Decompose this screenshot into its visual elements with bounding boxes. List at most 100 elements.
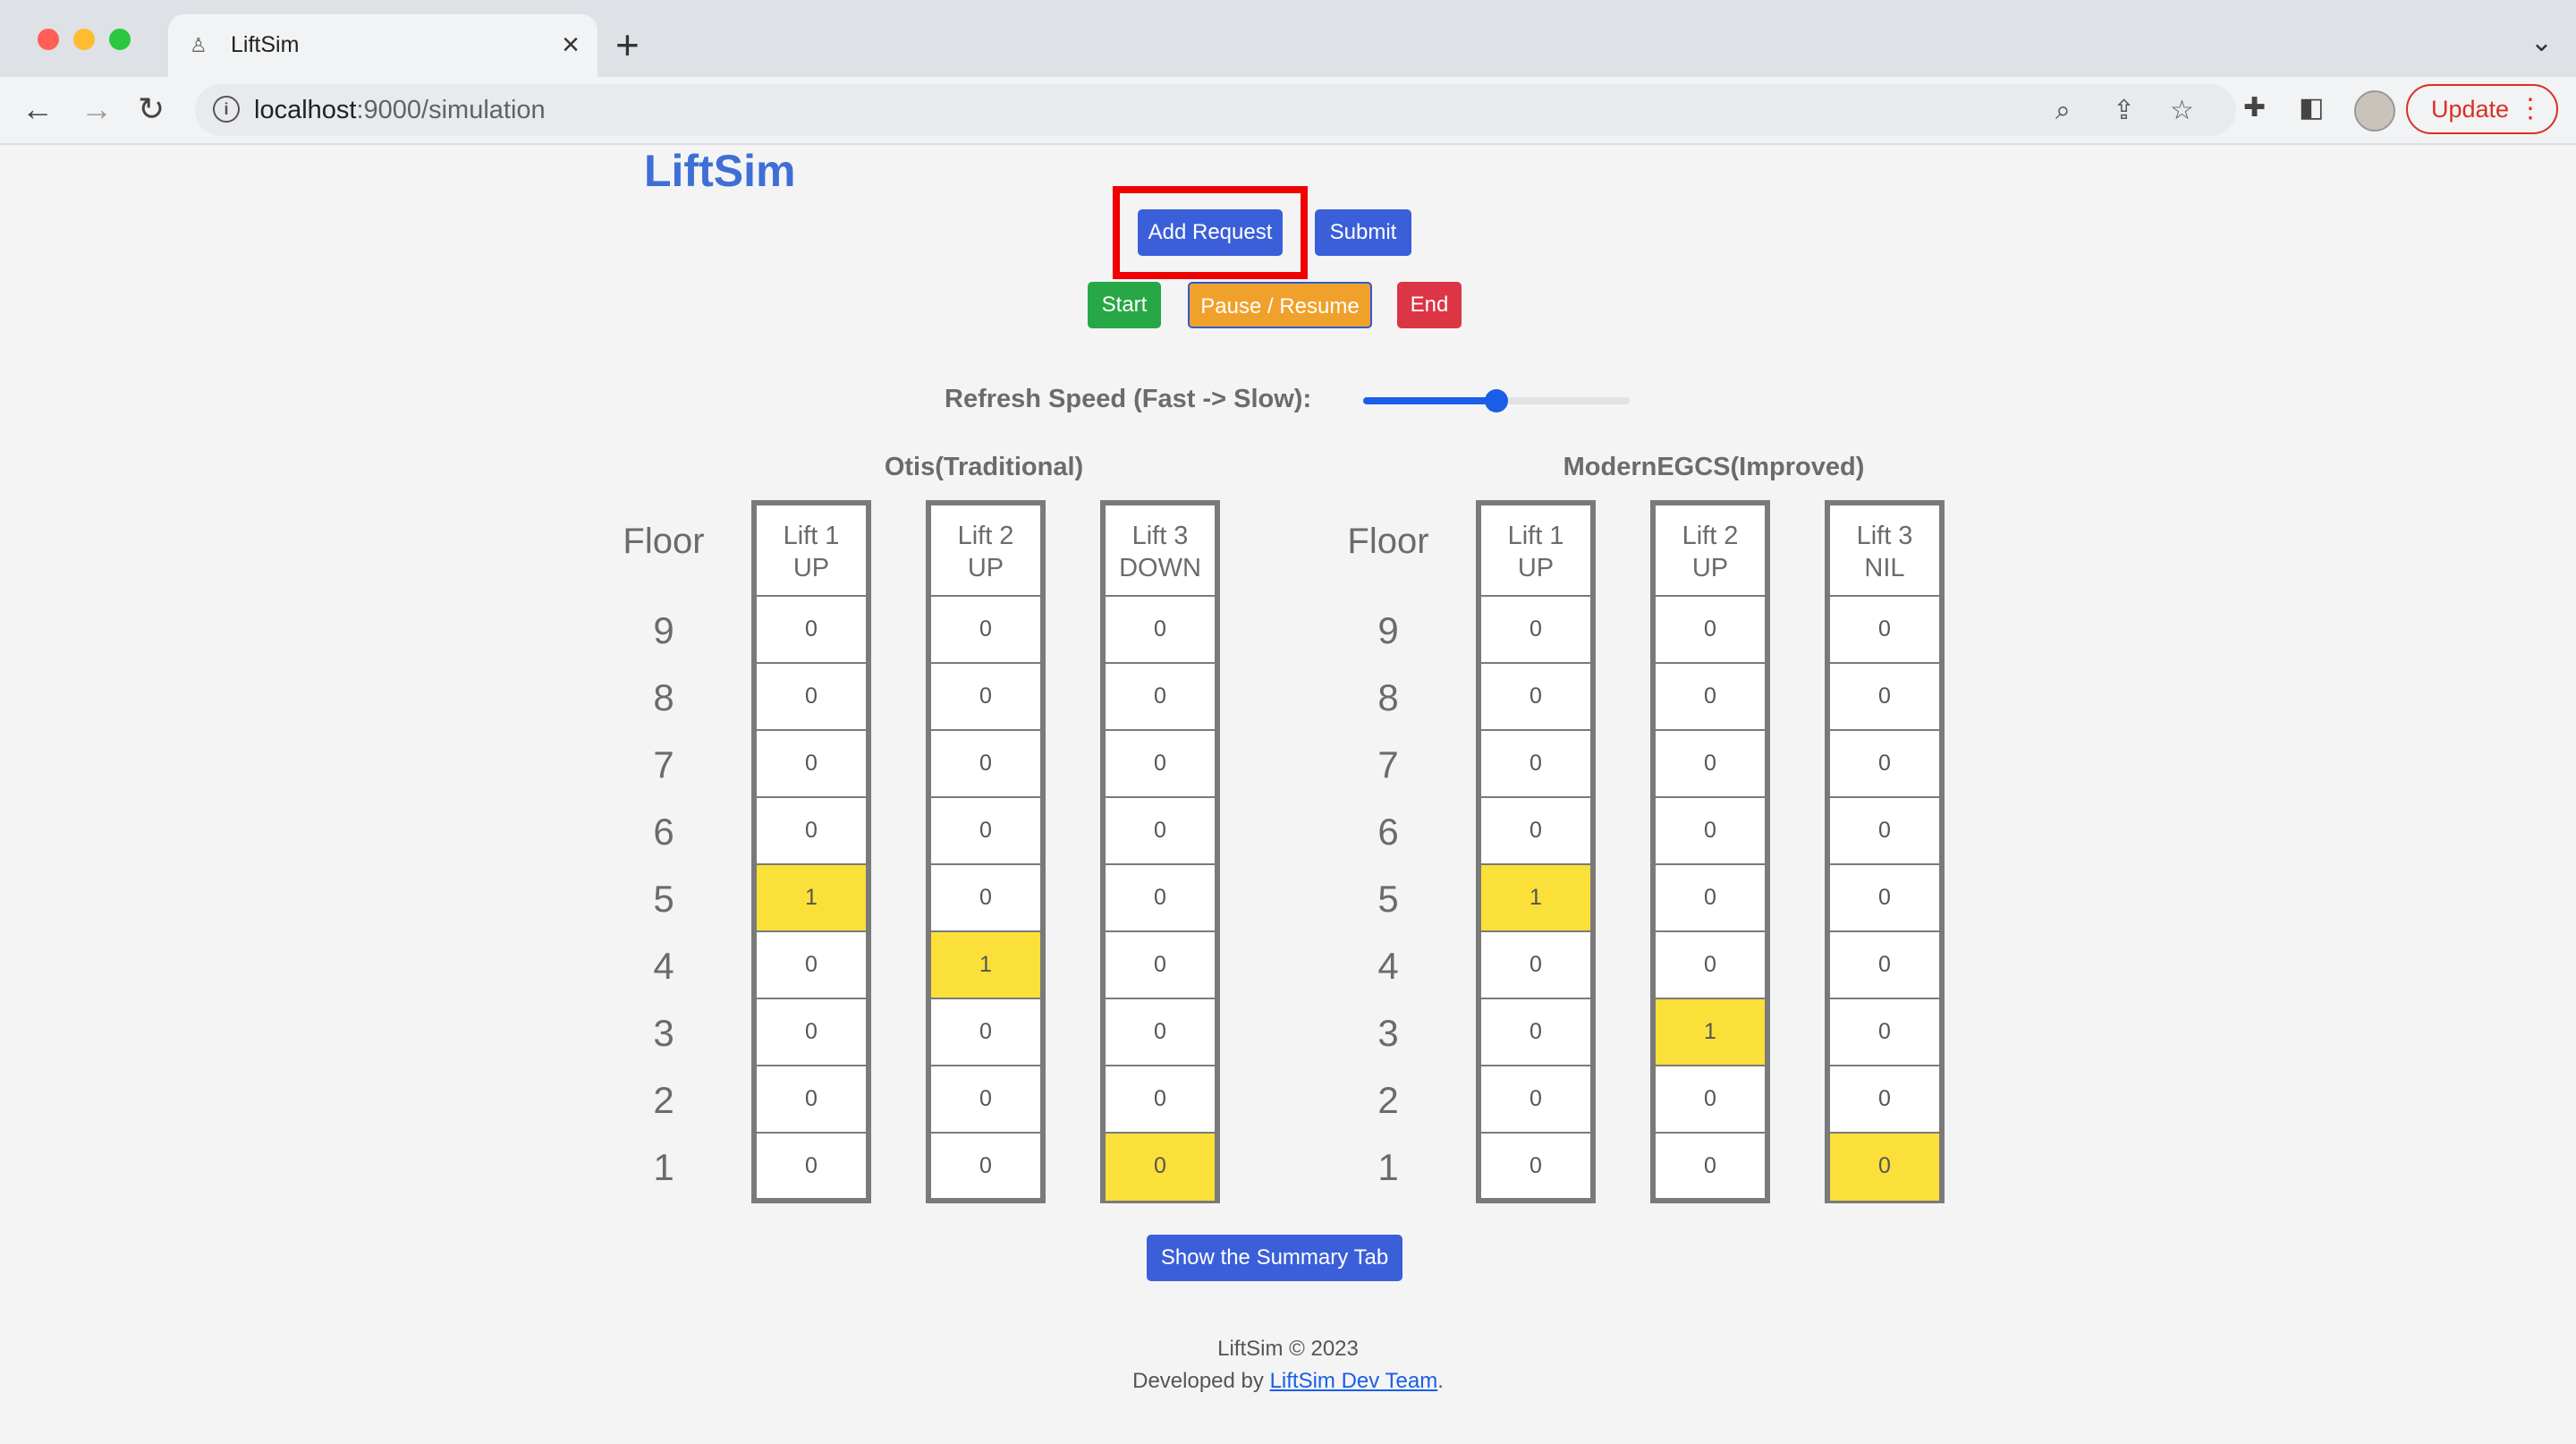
- page-content: LiftSim Add Request Submit Start Pause /…: [0, 143, 2576, 1444]
- floor-number: 9: [653, 609, 674, 651]
- otis-group-title: Otis(Traditional): [884, 453, 1084, 481]
- reload-icon[interactable]: ↻: [138, 91, 165, 127]
- floor-cell: 0: [931, 798, 1040, 865]
- floor-cell: 0: [1481, 597, 1590, 664]
- favicon-icon: ♙: [190, 34, 208, 56]
- lift-direction: UP: [1691, 554, 1729, 582]
- floor-number: 5: [653, 878, 674, 920]
- footer-credits: Developed by LiftSim Dev Team.: [1132, 1369, 1444, 1393]
- floor-cell: 0: [1704, 1153, 1716, 1178]
- floor-number: 3: [1377, 1012, 1399, 1054]
- extensions-icon[interactable]: ✚: [2243, 93, 2266, 123]
- lift-header: Lift 3 DOWN: [1106, 505, 1215, 597]
- floor-cell: 0: [1830, 664, 1939, 731]
- more-icon[interactable]: ⋮: [2517, 86, 2544, 132]
- floor-number: 8: [653, 676, 674, 718]
- url-text[interactable]: localhost:9000/simulation: [254, 96, 546, 125]
- back-icon[interactable]: ←: [21, 91, 54, 127]
- floor-cell: 0: [757, 1066, 866, 1134]
- pause-resume-button[interactable]: Pause / Resume: [1188, 282, 1372, 328]
- update-button[interactable]: Update ⋮: [2406, 84, 2558, 134]
- floor-cell: 0: [1656, 798, 1765, 865]
- floor-number: 1: [1377, 1146, 1399, 1188]
- add-request-button[interactable]: Add Request: [1138, 209, 1283, 256]
- floor-cell: 0: [1481, 664, 1590, 731]
- lift-shaft-1: Lift 1 UP 0 0 0 0 1 0 0 0 0: [1476, 500, 1596, 1203]
- lift-header: Lift 1 UP: [757, 505, 866, 597]
- floor-cell: 0: [1106, 597, 1215, 664]
- floor-cell: 0: [931, 999, 1040, 1066]
- lift-name: Lift 2: [1682, 522, 1739, 550]
- slider-fill: [1363, 397, 1496, 404]
- floor-cell: 0: [1106, 731, 1215, 798]
- floor-cell: 0: [1830, 597, 1939, 664]
- minimize-window-button[interactable]: [73, 29, 95, 50]
- zoom-icon[interactable]: ⌕: [2055, 97, 2071, 125]
- floor-number: 7: [1377, 743, 1399, 786]
- floor-number: 2: [1377, 1079, 1399, 1121]
- floor-header: Floor: [623, 522, 705, 561]
- brand-title[interactable]: LiftSim: [644, 143, 795, 199]
- lift-car-cell: 1: [1481, 865, 1590, 932]
- floor-number: 3: [653, 1012, 674, 1054]
- tab-title: LiftSim: [231, 32, 300, 57]
- floor-cell: 0: [1830, 932, 1939, 999]
- bookmark-star-icon[interactable]: ☆: [2170, 97, 2194, 125]
- maximize-window-button[interactable]: [109, 29, 131, 50]
- floor-number: 6: [1377, 811, 1399, 853]
- dev-team-link[interactable]: LiftSim Dev Team: [1270, 1369, 1438, 1393]
- submit-button[interactable]: Submit: [1315, 209, 1411, 256]
- lift-car-cell: 1: [1656, 999, 1765, 1066]
- floor-cell: 0: [1106, 1066, 1215, 1134]
- lift-name: Lift 2: [957, 522, 1014, 550]
- lift-header: Lift 1 UP: [1481, 505, 1590, 597]
- floor-cell: 0: [1106, 865, 1215, 932]
- lift-name: Lift 1: [1507, 522, 1564, 550]
- floor-number: 1: [653, 1146, 674, 1188]
- share-icon[interactable]: ⇪: [2113, 97, 2135, 125]
- floor-number: 4: [653, 945, 674, 987]
- floor-cell: 0: [931, 731, 1040, 798]
- floor-number: 8: [1377, 676, 1399, 718]
- end-button[interactable]: End: [1397, 282, 1462, 328]
- info-icon[interactable]: i: [213, 96, 240, 123]
- floor-cell: 0: [757, 731, 866, 798]
- browser-toolbar: ← → ↻ i localhost:9000/simulation ⌕ ⇪ ☆ …: [0, 77, 2576, 145]
- chevron-down-icon[interactable]: ⌄: [2530, 27, 2553, 58]
- lift-direction: NIL: [1864, 554, 1905, 582]
- lift-shaft-3: Lift 3 NIL 0 0 0 0 0 0 0 0 0: [1825, 500, 1945, 1203]
- refresh-speed-slider[interactable]: [1363, 389, 1630, 412]
- floor-cell: 0: [931, 597, 1040, 664]
- floor-number: 9: [1377, 609, 1399, 651]
- show-summary-button[interactable]: Show the Summary Tab: [1147, 1235, 1402, 1281]
- floor-number: 7: [653, 743, 674, 786]
- address-bar[interactable]: i localhost:9000/simulation ⌕ ⇪ ☆: [195, 84, 2236, 136]
- floor-cell: 0: [1830, 798, 1939, 865]
- lift-direction: UP: [1517, 554, 1555, 582]
- start-button[interactable]: Start: [1088, 282, 1161, 328]
- forward-icon[interactable]: →: [80, 91, 113, 127]
- refresh-speed-label: Refresh Speed (Fast -> Slow):: [945, 385, 1312, 413]
- lift-header: Lift 3 NIL: [1830, 505, 1939, 597]
- floor-cell: 0: [931, 1066, 1040, 1134]
- floor-cell: 0: [1106, 932, 1215, 999]
- lift-car-cell: 0: [1830, 1134, 1939, 1201]
- floor-cell: 0: [1481, 731, 1590, 798]
- footer-copyright: LiftSim © 2023: [1217, 1337, 1359, 1361]
- new-tab-icon[interactable]: +: [615, 21, 640, 68]
- profile-avatar[interactable]: [2354, 90, 2395, 132]
- slider-thumb[interactable]: [1485, 389, 1508, 412]
- browser-tab[interactable]: ♙ LiftSim ×: [168, 14, 597, 77]
- close-window-button[interactable]: [38, 29, 59, 50]
- lift-direction: DOWN: [1119, 554, 1201, 582]
- lift-name: Lift 3: [1856, 522, 1913, 550]
- floor-number: 5: [1377, 878, 1399, 920]
- side-panel-icon[interactable]: ◧: [2299, 93, 2324, 123]
- floor-cell: 0: [1656, 731, 1765, 798]
- floor-cell: 0: [1830, 1066, 1939, 1134]
- modern-group-title: ModernEGCS(Improved): [1563, 453, 1865, 481]
- floor-header: Floor: [1347, 522, 1429, 561]
- close-tab-icon[interactable]: ×: [562, 27, 580, 63]
- floor-cell: 0: [1106, 999, 1215, 1066]
- lift-header: Lift 2 UP: [1656, 505, 1765, 597]
